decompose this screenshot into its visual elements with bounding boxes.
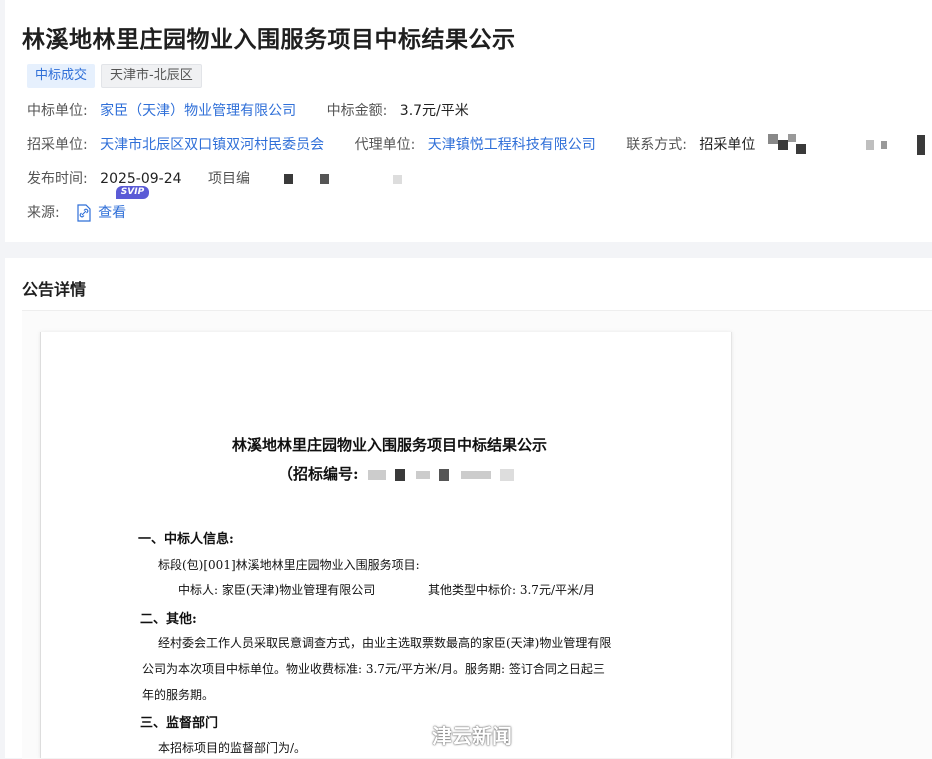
buyer-row: 招采单位: 天津市北辰区双口镇双河村民委员会 代理单位: 天津镇悦工程科技有限公… [27, 134, 926, 156]
doc-supervise-line: 本招标项目的监督部门为/。 [158, 741, 307, 755]
source-label: 来源: [27, 205, 60, 221]
redaction-mark [866, 140, 875, 150]
doc-winner-line: 中标人: 家臣(天津)物业管理有限公司 [178, 583, 376, 597]
winner-row: 中标单位: 家臣（天津）物业管理有限公司 中标金额: 3.7元/平米 [27, 100, 469, 120]
doc-section-1: 一、中标人信息: [138, 532, 234, 547]
contact-label: 联系方式: [626, 137, 687, 153]
buyer-label: 招采单位: [27, 137, 88, 153]
doc-tender-no-label: （招标编号: [278, 465, 359, 483]
doc-price-line: 其他类型中标价: 3.7元/平米/月 [428, 583, 596, 597]
date-label: 发布时间: [27, 171, 88, 187]
contact-value: 招采单位 [699, 137, 756, 153]
agent-link[interactable]: 天津镇悦工程科技有限公司 [428, 137, 596, 153]
tag-list: 中标成交 天津市-北辰区 [27, 64, 202, 88]
date-value: 2025-09-24 [100, 171, 182, 187]
redaction-mark [416, 471, 431, 479]
region-tag[interactable]: 天津市-北辰区 [101, 64, 202, 88]
page-title: 林溪地林里庄园物业入围服务项目中标结果公示 [22, 27, 516, 53]
svip-badge: SVIP [116, 186, 149, 199]
redaction-mark [367, 470, 386, 480]
winner-label: 中标单位: [27, 103, 88, 119]
source-link-label[interactable]: 查看 [98, 205, 126, 221]
doc-lot-line: 标段(包)[001]林溪地林里庄园物业入围服务项目: [158, 558, 420, 572]
amount-value: 3.7元/平米 [399, 103, 469, 119]
redaction-mark [395, 469, 406, 481]
redaction-mark [499, 469, 514, 481]
date-row: 发布时间: 2025-09-24 项目编 [27, 168, 403, 188]
watermark: 津云新闻 [398, 720, 512, 749]
doc-title: 林溪地林里庄园物业入围服务项目中标结果公示 [232, 436, 548, 454]
doc-section-2: 二、其他: [140, 612, 197, 627]
doc-tender-no: （招标编号: [278, 463, 514, 484]
redaction-mark [460, 471, 491, 479]
redaction-mark [880, 141, 887, 149]
project-no-label: 项目编 [208, 171, 250, 187]
redaction-mark [393, 174, 403, 184]
source-row: 来源: 查看 [27, 202, 126, 222]
link-icon [77, 204, 91, 222]
agent-label: 代理单位: [354, 137, 416, 153]
amount-label: 中标金额: [326, 103, 388, 119]
status-tag[interactable]: 中标成交 [27, 64, 96, 88]
winner-link[interactable]: 家臣（天津）物业管理有限公司 [100, 103, 296, 119]
redaction-mark [439, 469, 450, 481]
doc-other-line-2: 公司为本次项目中标单位。物业收费标准: 3.7元/平方米/月。服务期: 签订合同… [142, 662, 605, 676]
redaction-mark [284, 174, 294, 184]
redacted-contact [767, 134, 810, 156]
watermark-text: 津云新闻 [432, 724, 512, 748]
doc-other-line-1: 经村委会工作人员采取民意调查方式，由业主选取票数最高的家臣(天津)物业管理有限 [158, 636, 612, 650]
redaction-mark [917, 135, 926, 155]
redaction-mark [319, 174, 329, 184]
detail-section-title: 公告详情 [22, 280, 87, 299]
doc-other-line-3: 年的服务期。 [142, 688, 215, 702]
weibo-icon [399, 725, 424, 745]
source-link[interactable]: 查看 [76, 204, 126, 222]
doc-section-3: 三、监督部门 [140, 716, 219, 731]
buyer-link[interactable]: 天津市北辰区双口镇双河村民委员会 [100, 137, 324, 153]
